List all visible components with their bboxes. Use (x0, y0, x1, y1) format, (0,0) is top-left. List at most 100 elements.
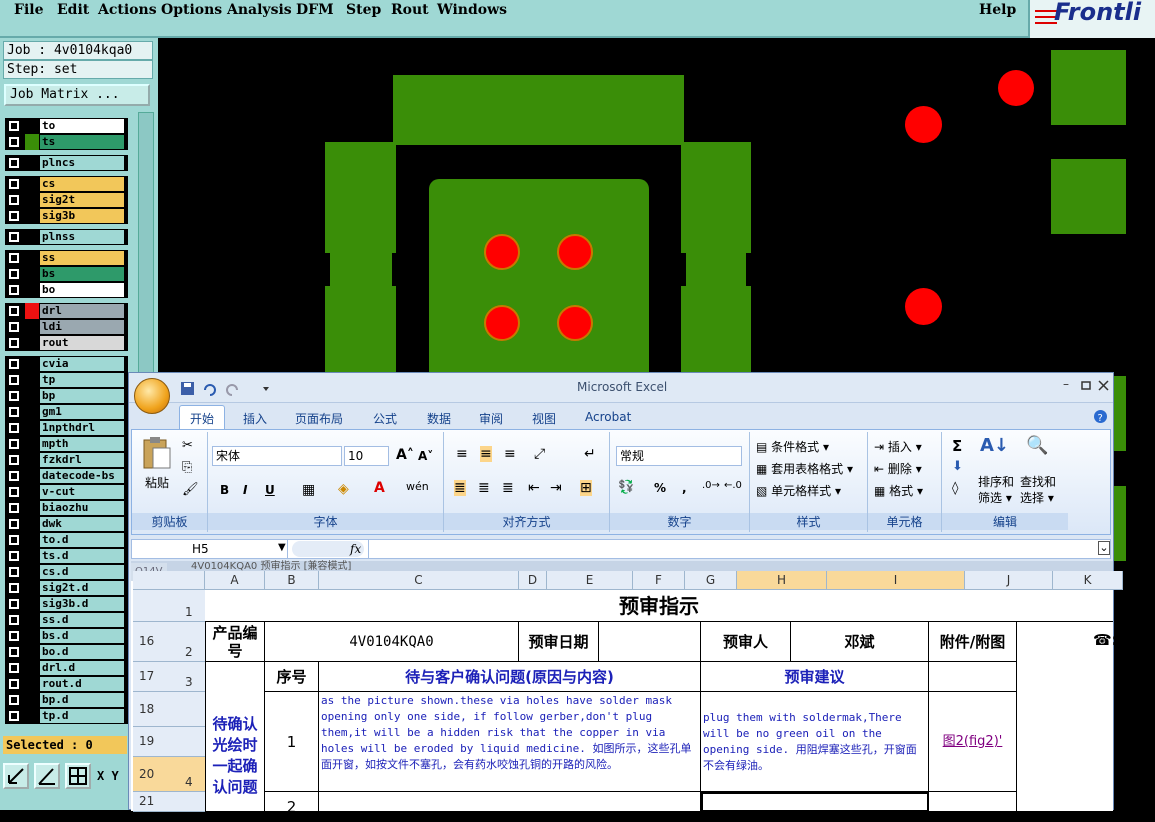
layer-row[interactable]: ldi (5, 319, 128, 335)
active-cell[interactable] (701, 792, 929, 812)
insert-function-button[interactable]: fx (350, 542, 361, 556)
layer-row[interactable]: 1npthdrl (5, 420, 128, 436)
formula-input[interactable] (368, 540, 1098, 558)
layer-row[interactable]: bp.d (5, 692, 128, 708)
job-matrix-button[interactable]: Job Matrix ... (4, 84, 150, 106)
menu-edit[interactable]: Edit (57, 2, 89, 18)
menu-rout[interactable]: Rout (391, 2, 429, 18)
format-table-button[interactable]: ▦ 套用表格格式 ▾ (756, 460, 853, 477)
row-header[interactable]: 19 (133, 727, 205, 757)
layer-checkbox[interactable] (9, 503, 19, 513)
layer-checkbox[interactable] (9, 519, 19, 529)
font-size-box[interactable]: 10 (344, 446, 389, 466)
tab-data[interactable]: 数据 (427, 410, 451, 427)
align-middle-icon[interactable]: ≡ (480, 446, 492, 462)
layer-checkbox[interactable] (9, 375, 19, 385)
layer-checkbox[interactable] (9, 423, 19, 433)
layer-checkbox[interactable] (9, 663, 19, 673)
row-header[interactable]: 17 3 (133, 662, 205, 692)
font-name-box[interactable]: 宋体 (212, 446, 342, 466)
tab-view[interactable]: 视图 (532, 410, 556, 427)
layer-row[interactable]: bo (5, 282, 128, 298)
layer-row[interactable]: v-cut (5, 484, 128, 500)
layer-row[interactable]: to (5, 118, 128, 134)
minimize-button[interactable]: – (1063, 377, 1069, 391)
layer-row[interactable]: sig2t (5, 192, 128, 208)
format-cells-button[interactable]: ▦ 格式 ▾ (874, 482, 923, 499)
layer-checkbox[interactable] (9, 253, 19, 263)
worksheet[interactable]: 4V0104KQA0 预审指示 [兼容模式] Q14V ABCDEFGHIJK … (131, 561, 1123, 816)
item-1-advice[interactable]: plug them with soldermak,There will be n… (701, 692, 929, 792)
align-center-icon[interactable]: ≣ (478, 480, 490, 496)
layer-checkbox[interactable] (9, 455, 19, 465)
border-icon[interactable]: ▦ (302, 482, 315, 498)
italic-icon[interactable]: I (243, 483, 247, 497)
menu-windows[interactable]: Windows (437, 2, 507, 18)
layer-checkbox[interactable] (9, 615, 19, 625)
layer-row[interactable]: tp (5, 372, 128, 388)
format-painter-icon[interactable]: 🖌 (182, 482, 199, 497)
sort-filter-button[interactable]: 排序和筛选 ▾ (978, 474, 1018, 506)
number-format-box[interactable]: 常规 (616, 446, 742, 466)
layer-checkbox[interactable] (9, 439, 19, 449)
item-2-attach[interactable] (929, 792, 1017, 812)
tab-formulas[interactable]: 公式 (373, 410, 397, 427)
layer-row[interactable]: cs (5, 176, 128, 192)
layer-row[interactable]: biaozhu (5, 500, 128, 516)
name-box-dropdown-icon[interactable]: ▼ (278, 542, 286, 553)
layer-checkbox[interactable] (9, 711, 19, 721)
layer-row[interactable]: plnss (5, 229, 128, 245)
tab-acrobat[interactable]: Acrobat (585, 410, 631, 424)
autosum-icon[interactable]: Σ (952, 437, 962, 455)
layer-checkbox[interactable] (9, 407, 19, 417)
name-box[interactable]: H5 (132, 540, 288, 558)
layer-row[interactable]: cs.d (5, 564, 128, 580)
help-icon[interactable]: ? (1093, 409, 1108, 424)
layer-checkbox[interactable] (9, 471, 19, 481)
clear-icon[interactable]: ◊ (952, 481, 958, 496)
cut-icon[interactable]: ✂ (182, 438, 193, 453)
menu-file[interactable]: File (14, 2, 43, 18)
layer-checkbox[interactable] (9, 195, 19, 205)
bold-icon[interactable]: B (220, 483, 229, 497)
decrease-indent-icon[interactable]: ⇤ (528, 480, 540, 496)
layer-row[interactable]: ss (5, 250, 128, 266)
tab-insert[interactable]: 插入 (243, 410, 267, 427)
layer-row[interactable]: datecode-bs (5, 468, 128, 484)
tool-button[interactable] (65, 763, 91, 789)
layer-checkbox[interactable] (9, 211, 19, 221)
layer-row[interactable]: plncs (5, 155, 128, 171)
layer-checkbox[interactable] (9, 338, 19, 348)
item-1-attachment-link[interactable]: 图2(fig2)' (929, 692, 1017, 792)
paste-icon[interactable] (142, 436, 172, 470)
percent-button[interactable]: % (654, 481, 666, 495)
layer-row[interactable]: bs (5, 266, 128, 282)
merge-center-icon[interactable]: ⊞ (580, 480, 592, 496)
select-all-corner[interactable] (133, 571, 205, 590)
row-header[interactable]: 1 (133, 590, 205, 622)
row-header[interactable]: 20 4 (133, 757, 205, 792)
quick-access-toolbar[interactable] (179, 381, 269, 397)
paste-button[interactable]: 粘贴 (145, 474, 169, 491)
decrease-decimal-icon[interactable]: ←.0 (724, 480, 742, 491)
layer-checkbox[interactable] (9, 487, 19, 497)
column-header[interactable]: C (319, 571, 519, 590)
expand-formula-icon[interactable]: ⌄ (1098, 541, 1110, 555)
align-bottom-icon[interactable]: ≡ (504, 446, 516, 462)
layer-row[interactable]: drl (5, 303, 128, 319)
column-header[interactable]: H (737, 571, 827, 590)
tool-button[interactable] (3, 763, 29, 789)
menu-dfm[interactable]: DFM (296, 2, 334, 18)
layer-row[interactable]: ts (5, 134, 128, 150)
layer-checkbox[interactable] (9, 647, 19, 657)
layer-row[interactable]: dwk (5, 516, 128, 532)
phonetic-icon[interactable]: wén (406, 480, 429, 493)
layer-checkbox[interactable] (9, 535, 19, 545)
layer-checkbox[interactable] (9, 322, 19, 332)
layer-row[interactable]: sig3b.d (5, 596, 128, 612)
layer-checkbox[interactable] (9, 137, 19, 147)
maximize-icon[interactable] (1081, 381, 1091, 391)
copy-icon[interactable]: ⎘ (182, 460, 192, 475)
layer-checkbox[interactable] (9, 551, 19, 561)
item-2-issue[interactable] (319, 792, 701, 812)
